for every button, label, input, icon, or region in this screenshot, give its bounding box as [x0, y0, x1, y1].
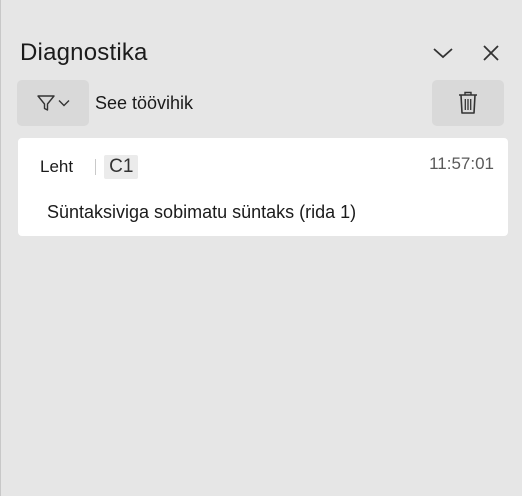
pane-title: Diagnostika	[20, 39, 148, 66]
filter-button[interactable]	[17, 80, 89, 126]
divider	[95, 159, 97, 175]
diagnostics-pane: Diagnostika See töövihik Leht C1 11:57:0…	[0, 0, 522, 496]
pane-left-border	[0, 0, 1, 496]
chevron-down-icon	[433, 48, 453, 59]
diagnostics-toolbar: See töövihik	[17, 80, 504, 126]
chevron-down-icon	[58, 100, 70, 107]
header-actions	[430, 40, 504, 66]
pane-header: Diagnostika	[20, 38, 504, 68]
clear-all-button[interactable]	[432, 80, 504, 126]
diagnostic-entry[interactable]: Leht C1 11:57:01 Süntaksiviga sobimatu s…	[18, 138, 508, 236]
entry-timestamp: 11:57:01	[429, 154, 494, 173]
cell-reference-link[interactable]: C1	[104, 155, 139, 179]
collapse-button[interactable]	[430, 40, 456, 66]
entry-message: Süntaksiviga sobimatu süntaks (rida 1)	[47, 202, 357, 222]
filter-icon	[37, 95, 55, 111]
trash-icon	[459, 91, 477, 114]
sheet-label: Leht	[40, 157, 74, 176]
close-button[interactable]	[478, 40, 504, 66]
close-icon	[483, 45, 499, 61]
scope-label: See töövihik	[95, 92, 194, 113]
entry-header: Leht C1 11:57:01	[40, 154, 494, 180]
